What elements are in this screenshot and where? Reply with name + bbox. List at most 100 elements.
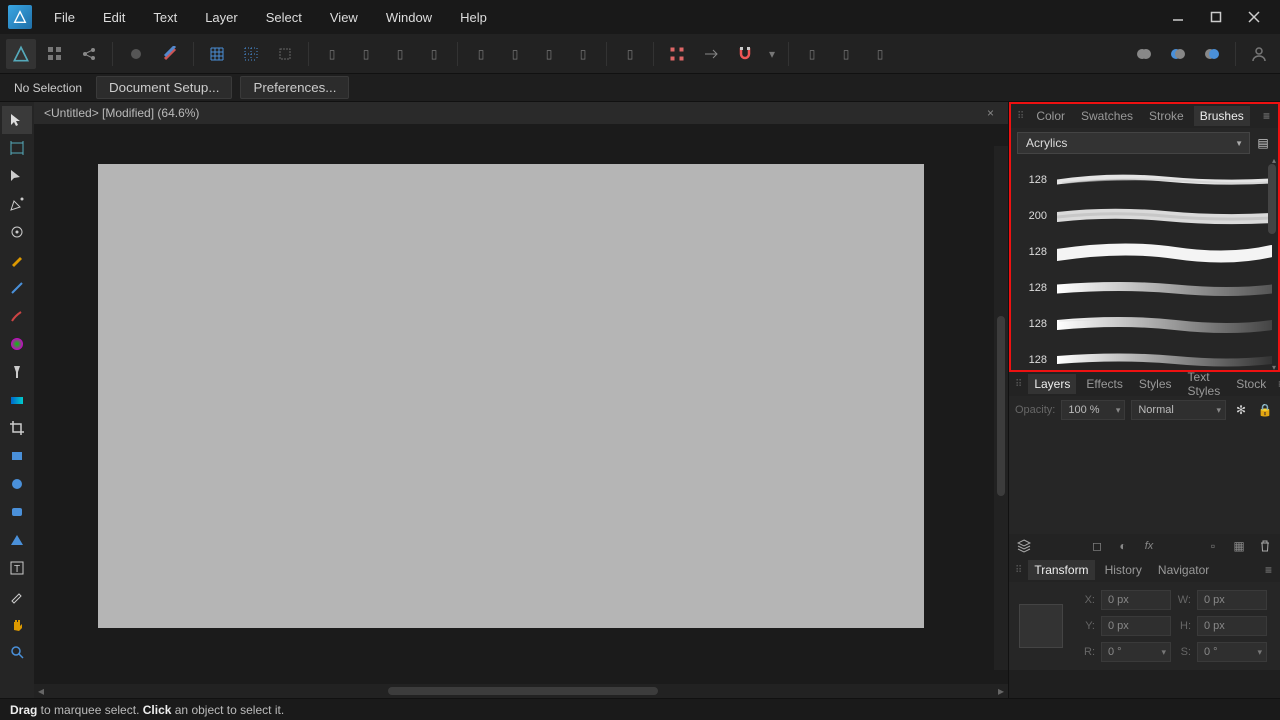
x-input[interactable]: 0 px [1101,590,1171,610]
misc-b-icon[interactable]: ▯ [831,39,861,69]
r-input[interactable]: 0 ° [1101,642,1171,662]
ellipse-tool[interactable] [2,470,32,498]
preferences-button[interactable]: Preferences... [240,76,349,99]
align-top-icon[interactable]: ▯ [419,39,449,69]
tab-color[interactable]: Color [1030,106,1071,126]
panel-grab-icon[interactable]: ⠿ [1017,111,1022,122]
y-input[interactable]: 0 px [1101,616,1171,636]
crop-tool[interactable] [2,414,32,442]
scrollbar-thumb[interactable] [1268,164,1276,234]
menu-help[interactable]: Help [448,4,499,31]
brush-item[interactable]: 128 [1021,270,1272,306]
opacity-dropdown[interactable]: 100 % [1061,400,1125,420]
brush-line-tool[interactable] [2,274,32,302]
tab-stroke[interactable]: Stroke [1143,106,1190,126]
rect-tool[interactable] [2,442,32,470]
grid-icon[interactable] [202,39,232,69]
hand-tool[interactable] [2,610,32,638]
canvas-viewport[interactable] [34,124,1008,684]
pen-tool[interactable] [2,190,32,218]
magnet-icon[interactable] [730,39,760,69]
canvas-v-scrollbar[interactable] [994,146,1008,670]
close-button[interactable] [1240,5,1268,29]
arrange-icon[interactable] [40,39,70,69]
color-wheel-tool[interactable] [2,330,32,358]
tab-swatches[interactable]: Swatches [1075,106,1139,126]
share-icon[interactable] [74,39,104,69]
tab-transform[interactable]: Transform [1028,560,1094,580]
maximize-button[interactable] [1202,5,1230,29]
tool-btn-b[interactable] [155,39,185,69]
order-icon[interactable]: ▯ [615,39,645,69]
dist-c-icon[interactable]: ▯ [534,39,564,69]
brush-item[interactable]: 128 [1021,234,1272,270]
close-document-icon[interactable]: × [983,106,998,120]
h-input[interactable]: 0 px [1197,616,1267,636]
snap-grid-icon[interactable] [236,39,266,69]
snap-toggle-icon[interactable] [662,39,692,69]
tab-styles[interactable]: Styles [1133,374,1178,394]
move-tool[interactable] [2,106,32,134]
artboard-tool[interactable] [2,134,32,162]
brush-scrollbar[interactable] [1268,164,1276,364]
menu-text[interactable]: Text [141,4,189,31]
scroll-left-icon[interactable]: ◂ [34,684,48,698]
menu-layer[interactable]: Layer [193,4,250,31]
snap-mode-icon[interactable] [696,39,726,69]
document-setup-button[interactable]: Document Setup... [96,76,232,99]
adjustment-icon[interactable]: ◐ [1114,537,1132,555]
magnet-dropdown-icon[interactable]: ▾ [764,39,780,69]
transform-icon[interactable] [270,39,300,69]
glass-tool[interactable] [2,358,32,386]
delete-layer-icon[interactable] [1256,537,1274,555]
brush-item[interactable]: 200 [1021,198,1272,234]
align-left-icon[interactable]: ▯ [317,39,347,69]
menu-edit[interactable]: Edit [91,4,137,31]
app-logo-button[interactable] [6,39,36,69]
gradient-tool[interactable] [2,386,32,414]
layers-list[interactable] [1009,424,1280,534]
blend-mode-dropdown[interactable]: Normal [1131,400,1226,420]
menu-window[interactable]: Window [374,4,444,31]
panel-menu-icon[interactable]: ≡ [1261,109,1272,123]
layer-lock-icon[interactable]: 🔒 [1256,401,1274,419]
panel-menu-icon[interactable]: ≡ [1263,563,1274,577]
text-tool[interactable]: T [2,554,32,582]
pixel-layer-icon[interactable]: ▦ [1230,537,1248,555]
tab-layers[interactable]: Layers [1028,374,1076,394]
fx-icon[interactable]: fx [1140,537,1158,555]
brush-category-dropdown[interactable]: Acrylics [1017,132,1250,154]
mask-icon[interactable]: ◻ [1088,537,1106,555]
align-right-icon[interactable]: ▯ [385,39,415,69]
panel-grab-icon[interactable]: ⠿ [1015,565,1020,576]
scroll-right-icon[interactable]: ▸ [994,684,1008,698]
scrollbar-thumb[interactable] [388,687,658,695]
misc-a-icon[interactable]: ▯ [797,39,827,69]
menu-file[interactable]: File [42,4,87,31]
add-layer-icon[interactable]: ▫ [1204,537,1222,555]
brush-item[interactable]: 128 [1021,162,1272,198]
brush-item[interactable]: 128 [1021,342,1272,370]
op-union-icon[interactable] [1129,39,1159,69]
target-tool[interactable] [2,218,32,246]
scroll-down-icon[interactable]: ▾ [1272,363,1276,370]
panel-menu-icon[interactable]: ≡ [1276,377,1280,391]
brush-item[interactable]: 128 [1021,306,1272,342]
minimize-button[interactable] [1164,5,1192,29]
menu-view[interactable]: View [318,4,370,31]
paint-brush-tool[interactable] [2,302,32,330]
s-input[interactable]: 0 ° [1197,642,1267,662]
dist-b-icon[interactable]: ▯ [500,39,530,69]
dist-d-icon[interactable]: ▯ [568,39,598,69]
misc-c-icon[interactable]: ▯ [865,39,895,69]
align-center-icon[interactable]: ▯ [351,39,381,69]
layer-settings-icon[interactable]: ✻ [1232,401,1250,419]
tab-navigator[interactable]: Navigator [1152,560,1215,580]
menu-select[interactable]: Select [254,4,314,31]
anchor-widget[interactable] [1019,604,1063,648]
node-tool[interactable] [2,162,32,190]
tab-text-styles[interactable]: Text Styles [1182,367,1227,401]
tab-stock[interactable]: Stock [1230,374,1272,394]
account-icon[interactable] [1244,39,1274,69]
eyedropper-tool[interactable] [2,582,32,610]
